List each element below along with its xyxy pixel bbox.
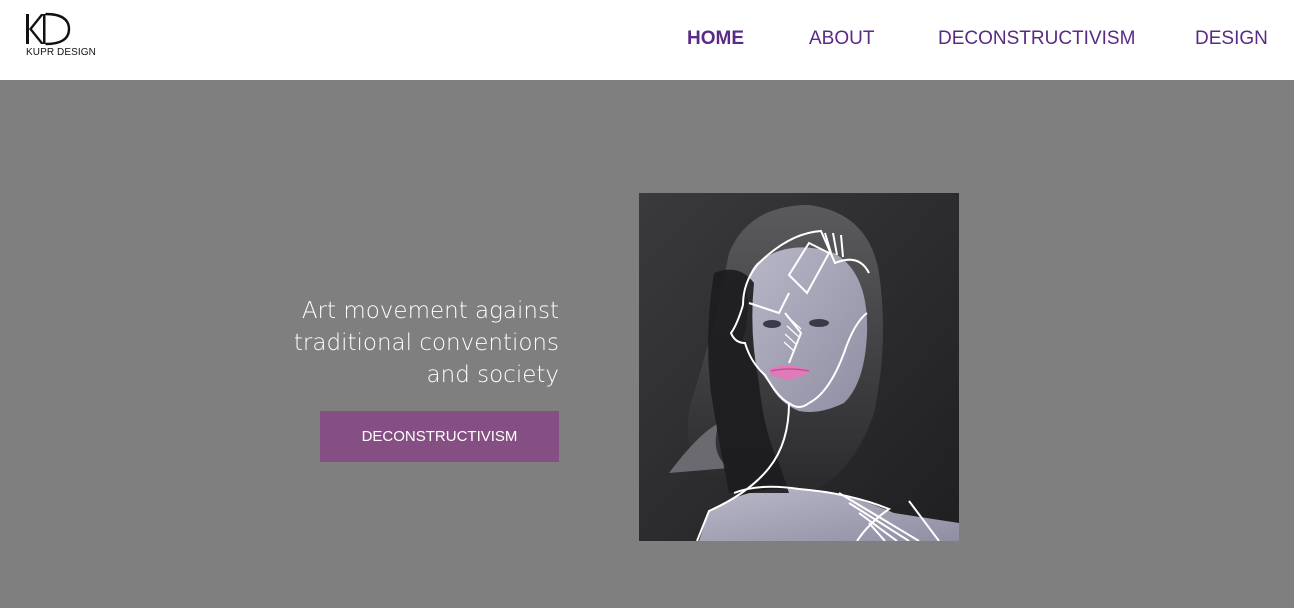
hero-section: Art movement against traditional convent… — [0, 80, 1294, 608]
nav-about[interactable]: ABOUT — [809, 28, 874, 50]
logo-mark-icon — [26, 12, 71, 46]
tagline-line-3: and society — [426, 362, 559, 388]
nav-deconstructivism[interactable]: DECONSTRUCTIVISM — [938, 28, 1135, 50]
tagline-line-1: Art movement against — [301, 298, 559, 324]
hero-tagline: Art movement against traditional convent… — [260, 295, 559, 391]
logo-text: KUPR DESIGN — [26, 47, 97, 58]
site-header: KUPR DESIGN HOME ABOUT DECONSTRUCTIVISM … — [0, 0, 1294, 80]
nav-design[interactable]: DESIGN — [1195, 28, 1268, 50]
collage-portrait-image — [639, 193, 959, 541]
hero-artwork — [639, 193, 959, 541]
deconstructivism-button[interactable]: DECONSTRUCTIVISM — [320, 411, 559, 462]
nav-home[interactable]: HOME — [687, 28, 744, 50]
tagline-line-2: traditional conventions — [293, 330, 559, 356]
logo[interactable]: KUPR DESIGN — [25, 12, 105, 62]
